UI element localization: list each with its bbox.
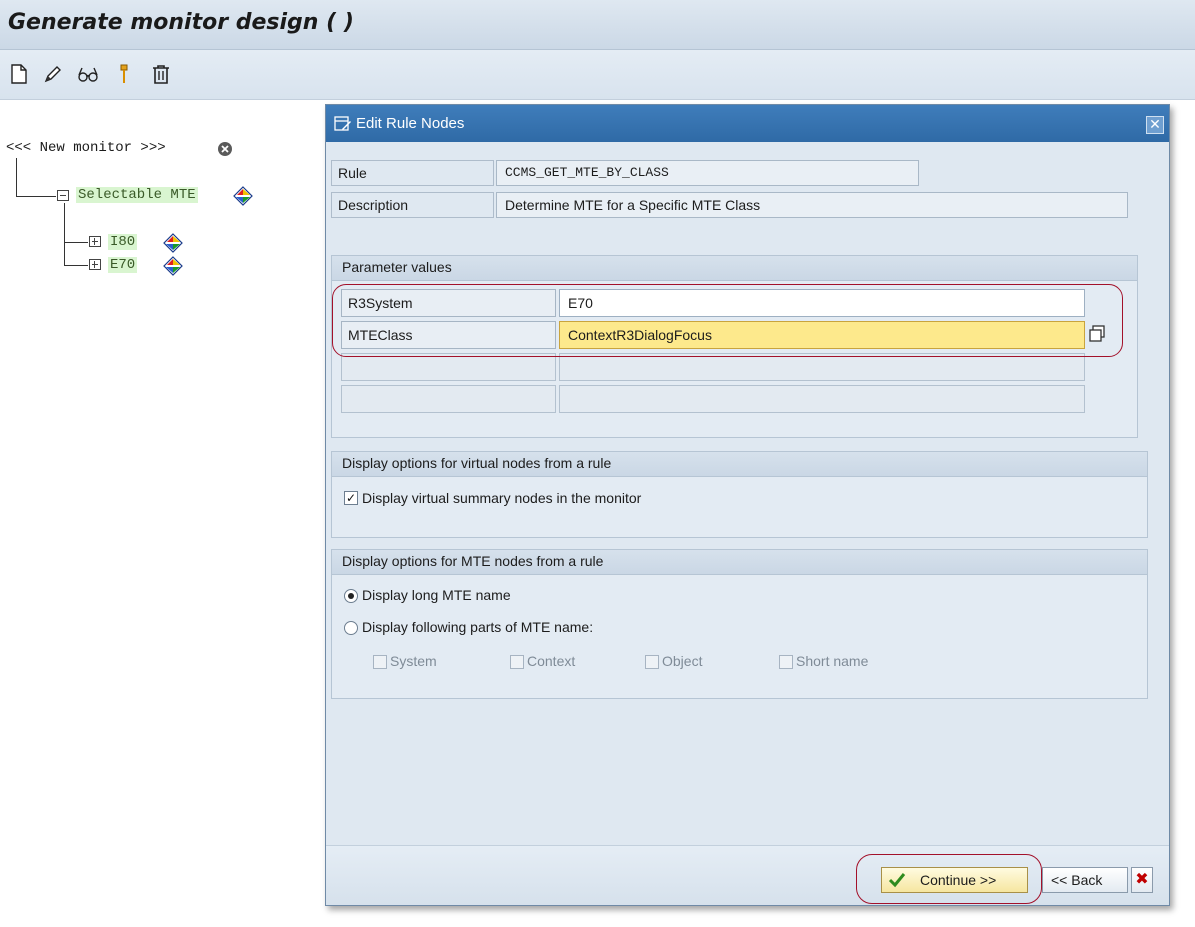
part-short-name-label: Short name — [796, 653, 869, 669]
checkmark-icon — [888, 873, 906, 888]
param-label-r3system: R3System — [341, 289, 556, 317]
cancel-x-icon[interactable]: ✖ — [1131, 867, 1153, 893]
virtual-nodes-header: Display options for virtual nodes from a… — [332, 452, 1147, 477]
parameter-values-header: Parameter values — [332, 256, 1137, 281]
dialog-title: Edit Rule Nodes — [356, 115, 465, 132]
param-value-mteclass[interactable]: ContextR3DialogFocus — [559, 321, 1085, 349]
window-title: Generate monitor design ( ) — [8, 10, 354, 35]
rule-label: Rule — [331, 160, 494, 186]
tree-node-selectable-mte[interactable]: Selectable MTE — [76, 187, 198, 203]
tree-line — [16, 196, 56, 197]
tree-root-node[interactable]: <<< New monitor >>> — [6, 140, 166, 156]
part-object-checkbox[interactable] — [645, 655, 659, 669]
part-short-name-checkbox[interactable] — [779, 655, 793, 669]
edit-window-icon — [334, 116, 351, 131]
close-icon[interactable]: ✕ — [1146, 116, 1164, 134]
param-value-r3system[interactable]: E70 — [559, 289, 1085, 317]
selectable-mte-label: Selectable MTE — [76, 187, 198, 203]
tree-node-e70[interactable]: E70 — [108, 257, 138, 273]
rule-field: CCMS_GET_MTE_BY_CLASS — [496, 160, 919, 186]
virtual-summary-checkbox[interactable]: ✓ — [344, 491, 358, 505]
param-value-empty[interactable] — [559, 385, 1085, 413]
param-label-empty — [341, 353, 556, 381]
param-label-mteclass: MTEClass — [341, 321, 556, 349]
toolbar — [0, 50, 1195, 100]
value-help-icon[interactable] — [1088, 325, 1106, 343]
part-system-label: System — [390, 653, 437, 669]
description-label: Description — [331, 192, 494, 218]
description-field: Determine MTE for a Specific MTE Class — [496, 192, 1128, 218]
radio-parts-label: Display following parts of MTE name: — [362, 619, 594, 635]
tree-node-label: E70 — [108, 257, 138, 273]
continue-label: Continue >> — [920, 872, 997, 888]
tree-line — [64, 265, 88, 266]
param-value-empty[interactable] — [559, 353, 1085, 381]
continue-button[interactable]: Continue >> — [881, 867, 1028, 893]
title-bar: Generate monitor design ( ) — [0, 0, 1195, 50]
folder-expand-icon[interactable] — [89, 259, 101, 270]
mte-nodes-header: Display options for MTE nodes from a rul… — [332, 550, 1147, 575]
edit-pencil-icon[interactable] — [42, 63, 64, 85]
tree-node-i80[interactable]: I80 — [108, 234, 138, 250]
part-context-checkbox[interactable] — [510, 655, 524, 669]
radio-parts[interactable] — [344, 621, 358, 635]
glasses-display-icon[interactable] — [77, 63, 99, 85]
new-document-icon[interactable] — [8, 63, 30, 85]
rule-node-icon — [163, 233, 183, 253]
tree-root-label: <<< New monitor >>> — [6, 140, 166, 156]
back-button[interactable]: << Back — [1042, 867, 1128, 893]
part-system-checkbox[interactable] — [373, 655, 387, 669]
dialog-title-bar[interactable]: Edit Rule Nodes ✕ — [326, 105, 1169, 142]
param-label-empty — [341, 385, 556, 413]
trash-icon[interactable] — [150, 63, 172, 85]
radio-long-name-label: Display long MTE name — [362, 587, 511, 603]
pin-icon[interactable] — [113, 63, 135, 85]
rule-node-icon — [163, 256, 183, 276]
part-context-label: Context — [527, 653, 576, 669]
delete-node-icon[interactable] — [216, 140, 234, 158]
folder-collapse-icon[interactable] — [57, 190, 69, 201]
tree-line — [64, 242, 88, 243]
radio-long-name[interactable] — [344, 589, 358, 603]
tree-line — [16, 158, 17, 196]
edit-rule-nodes-dialog: Edit Rule Nodes ✕ Rule CCMS_GET_MTE_BY_C… — [325, 104, 1170, 906]
tree-node-label: I80 — [108, 234, 138, 250]
part-object-label: Object — [662, 653, 703, 669]
virtual-summary-label: Display virtual summary nodes in the mon… — [362, 490, 642, 506]
tree-line — [64, 203, 65, 265]
folder-expand-icon[interactable] — [89, 236, 101, 247]
rule-node-icon — [233, 186, 253, 206]
